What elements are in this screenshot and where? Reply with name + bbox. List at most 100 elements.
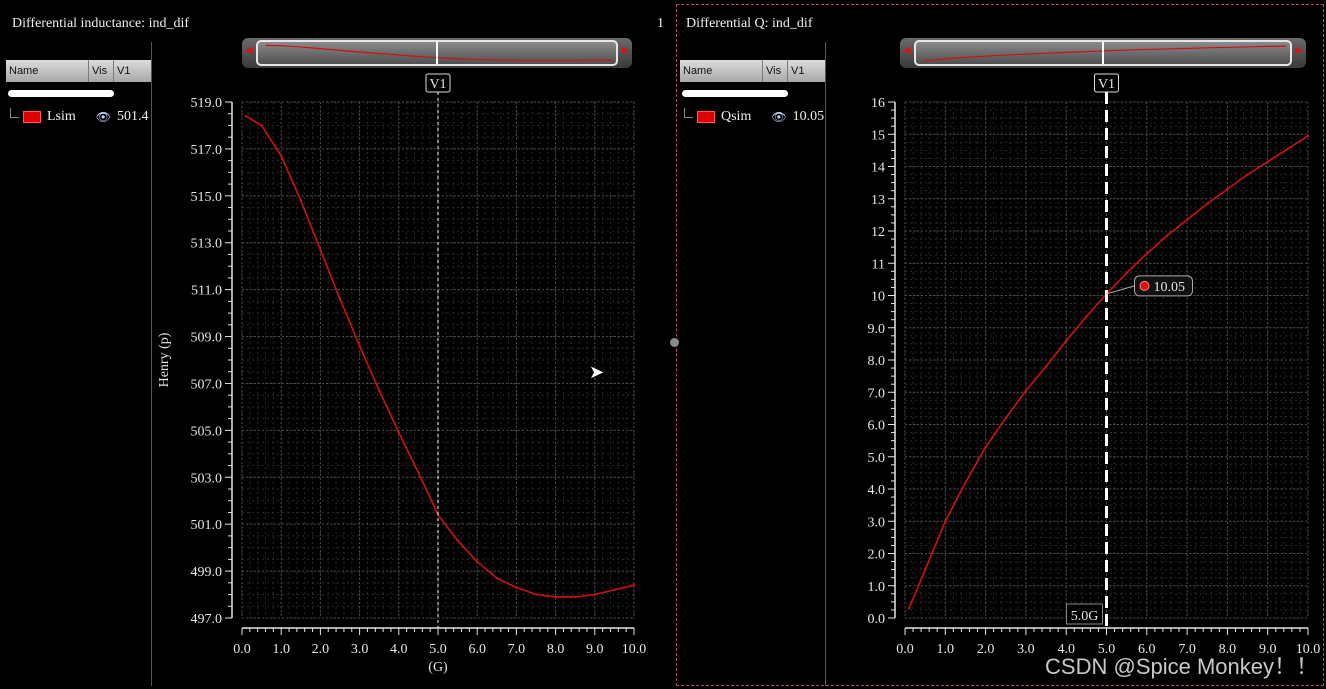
y-axis-label: Henry (p) xyxy=(157,332,172,387)
data-point xyxy=(260,124,263,127)
data-point xyxy=(280,154,283,158)
data-point xyxy=(984,445,987,449)
x-tick-label: 4.0 xyxy=(390,642,408,657)
x-tick-label: 7.0 xyxy=(508,642,526,657)
y-tick-label: 14 xyxy=(871,161,885,176)
data-point xyxy=(1044,365,1048,368)
y-tick-label: 501.0 xyxy=(191,518,223,533)
y-tick-label: 1.0 xyxy=(868,580,886,595)
x-tick-label: 3.0 xyxy=(351,642,369,657)
right-graph-panel[interactable]: Differential Q: ind_dif ◀ ▶ Name Vis V1 … xyxy=(676,4,1324,686)
y-tick-label: 503.0 xyxy=(191,471,223,486)
y-tick-label: 8.0 xyxy=(868,354,886,369)
data-point xyxy=(1185,218,1189,221)
y-tick-label: 515.0 xyxy=(191,190,223,205)
data-point xyxy=(1246,173,1249,176)
y-tick-label: 519.0 xyxy=(191,96,223,111)
x-tick-label: 0.0 xyxy=(233,642,251,657)
y-tick-label: 3.0 xyxy=(868,515,886,530)
y-tick-label: 517.0 xyxy=(191,143,223,158)
quality-factor-chart[interactable]: 0.0 1.0 2.0 3.0 4.0 5.0 6.0 7.0 8.0 9.0 10.00.01.0… xyxy=(676,4,1324,686)
data-point xyxy=(1065,339,1068,342)
data-point xyxy=(944,520,947,523)
x-tick-label: 5.0 xyxy=(429,642,447,657)
cursor-label: V1 xyxy=(1098,77,1115,92)
data-point xyxy=(1024,389,1028,392)
data-point xyxy=(1306,134,1310,138)
y-tick-label: 513.0 xyxy=(191,237,223,252)
marker-dot-icon xyxy=(1139,280,1150,291)
y-tick-label: 12 xyxy=(871,225,885,240)
x-tick-label: 6.0 xyxy=(468,642,486,657)
y-tick-label: 505.0 xyxy=(191,424,223,439)
y-tick-label: 507.0 xyxy=(191,377,223,392)
y-tick-label: 16 xyxy=(871,96,885,111)
data-point xyxy=(244,114,248,118)
data-point xyxy=(358,344,361,348)
data-point xyxy=(574,595,577,599)
data-point xyxy=(495,576,498,580)
y-tick-label: 11 xyxy=(872,257,885,272)
y-tick-label: 499.0 xyxy=(191,565,223,580)
x-tick-label: 1.0 xyxy=(937,642,955,657)
y-tick-label: 2.0 xyxy=(868,548,886,563)
x-axis-label: (G) xyxy=(428,660,448,675)
y-tick-label: 7.0 xyxy=(868,386,886,401)
data-point xyxy=(378,389,381,392)
y-tick-label: 10 xyxy=(871,290,885,305)
data-point xyxy=(1145,252,1148,255)
data-point xyxy=(515,586,518,589)
x-tick-label: 8.0 xyxy=(547,642,565,657)
x-tick-label: 10.0 xyxy=(622,642,647,657)
x-tick-label: 2.0 xyxy=(977,642,995,657)
y-tick-label: 497.0 xyxy=(191,612,223,627)
series-line-lsim xyxy=(245,115,635,598)
x-tick-label: 3.0 xyxy=(1017,642,1035,657)
y-tick-label: 509.0 xyxy=(191,331,223,346)
y-tick-label: 6.0 xyxy=(868,419,886,434)
data-point xyxy=(1004,416,1007,420)
y-tick-label: 13 xyxy=(871,193,885,208)
data-point xyxy=(554,595,557,599)
data-point xyxy=(1206,202,1209,205)
panel-resize-handle[interactable] xyxy=(670,338,679,347)
y-tick-label: 0.0 xyxy=(868,612,886,627)
data-point xyxy=(1226,187,1229,191)
cursor-x-readout: 5.0G xyxy=(1071,609,1099,624)
y-tick-label: 15 xyxy=(871,128,885,143)
data-point xyxy=(632,583,636,587)
mouse-pointer-icon: ➤ xyxy=(589,362,605,382)
x-tick-label: 9.0 xyxy=(586,642,604,657)
data-point xyxy=(1085,315,1088,318)
x-tick-label: 2.0 xyxy=(312,642,330,657)
data-point xyxy=(397,431,400,434)
watermark: CSDN @Spice Monkey！！ xyxy=(1045,654,1318,679)
data-point xyxy=(1266,160,1269,163)
data-point xyxy=(1286,147,1290,150)
data-point xyxy=(907,607,911,610)
y-tick-label: 5.0 xyxy=(868,451,886,466)
y-tick-label: 9.0 xyxy=(868,322,886,337)
data-point xyxy=(299,199,302,202)
cursor-label: V1 xyxy=(429,77,446,92)
y-tick-label: 511.0 xyxy=(191,284,222,299)
data-point xyxy=(456,539,459,542)
data-point xyxy=(593,593,596,596)
data-point xyxy=(923,568,927,571)
left-graph-panel[interactable]: Differential inductance: ind_dif 1 ◀ ▶ N… xyxy=(0,4,672,686)
marker-value: 10.05 xyxy=(1154,280,1186,295)
data-point xyxy=(476,560,479,563)
inductance-chart[interactable]: 0.0 1.0 2.0 3.0 4.0 5.0 6.0 7.0 8.0 9.0 10.0 497.0 4… xyxy=(0,4,672,686)
data-point xyxy=(1165,234,1169,238)
data-point xyxy=(319,248,322,251)
data-point xyxy=(1125,271,1128,275)
data-point xyxy=(338,297,342,301)
x-tick-label: 1.0 xyxy=(272,642,290,657)
y-tick-label: 4.0 xyxy=(868,483,886,498)
data-point xyxy=(964,481,967,484)
x-tick-label: 0.0 xyxy=(896,642,914,657)
data-point xyxy=(613,588,616,592)
data-point xyxy=(417,471,420,474)
series-line-qsim xyxy=(908,135,1309,609)
data-point xyxy=(534,593,538,596)
